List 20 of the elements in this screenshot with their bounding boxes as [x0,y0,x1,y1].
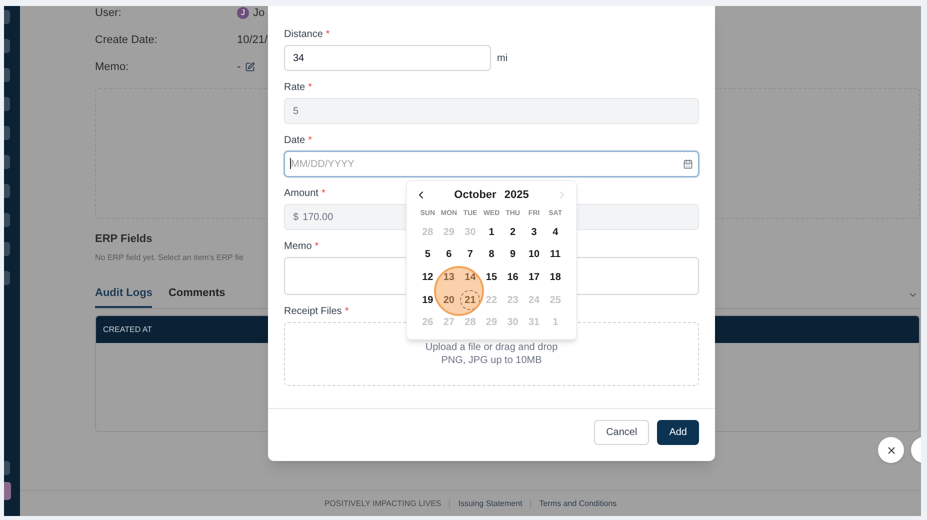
field-label: Date * [284,135,312,147]
unit-label: mi [497,52,508,66]
detail-value: Jo [253,6,265,21]
empty-message: No ERP field yet. Select an item's ERP fie [95,252,244,264]
field-label: Amount * [284,188,326,200]
column-header: CREATED AT [103,324,152,336]
avatar: J [237,7,249,19]
section-title: ERP Fields [95,232,152,247]
detail-label: Create Date: [95,33,158,48]
detail-value: 10/21/ [237,33,268,48]
detail-value: - [237,60,241,75]
tagline: POSITIVELY IMPACTING LIVES [324,498,442,510]
field-label: Receipt Files * [284,306,349,318]
year-label: 2025 [504,188,529,203]
detail-label: User: [95,6,122,21]
month-label: October [454,188,496,203]
field-label: Memo * [284,241,319,253]
detail-label: Memo: [95,60,130,75]
field-label: Rate * [284,82,312,94]
field-label: Distance * [284,29,330,41]
